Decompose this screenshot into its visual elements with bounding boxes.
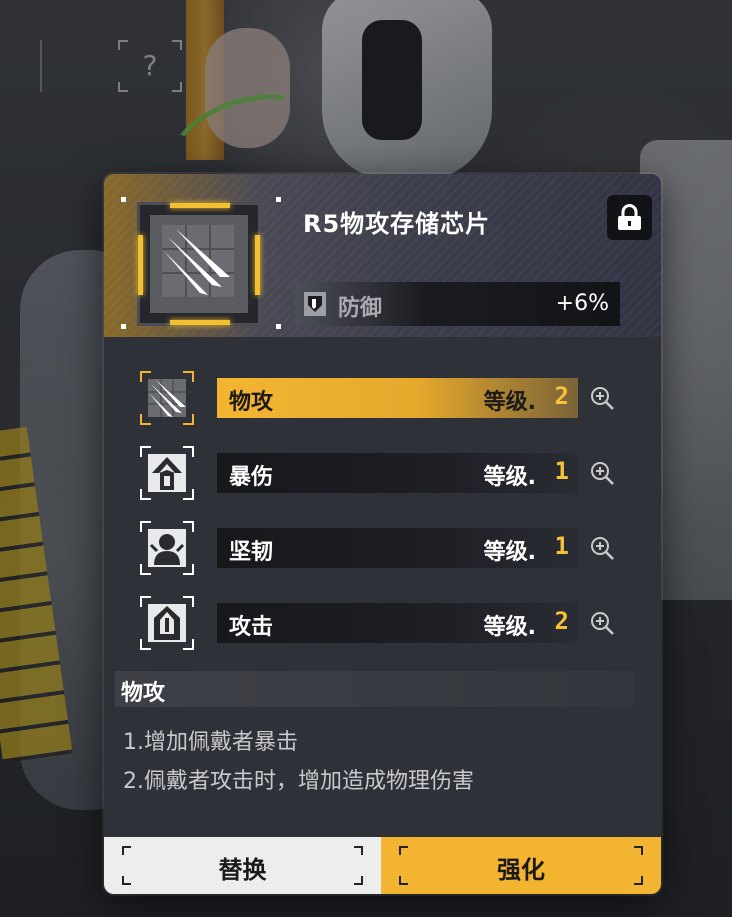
chip-icon — [137, 202, 261, 326]
sub-stat-level-label: 等级. — [483, 390, 536, 415]
chip-header: R5物攻存储芯片 防御 +6% — [104, 174, 661, 337]
main-stat-label: 防御 — [338, 296, 383, 321]
lock-button[interactable] — [607, 195, 652, 240]
upgrade-button-label: 强化 — [497, 856, 545, 884]
description-title: 物攻 — [121, 681, 166, 706]
sub-stat-row[interactable]: 物攻 等级. 2 — [104, 371, 661, 425]
sub-stat-level-label: 等级. — [483, 540, 536, 565]
swap-button[interactable]: 替换 — [104, 837, 381, 894]
sub-stat-name: 坚韧 — [229, 540, 274, 565]
sub-stat-level: 1 — [554, 457, 569, 485]
zoom-in-icon[interactable] — [589, 610, 615, 636]
sub-stat-level: 2 — [554, 382, 569, 410]
sub-stat-level: 2 — [554, 607, 569, 635]
chip-detail-panel: R5物攻存储芯片 防御 +6% 物攻 等级. 2 暴伤 等级. 1 坚韧 等级.… — [104, 174, 661, 894]
sub-stat-bar[interactable]: 物攻 等级. 2 — [217, 378, 578, 418]
description-line: 1.增加佩戴者暴击 — [123, 730, 298, 755]
sub-stat-bar[interactable]: 攻击 等级. 2 — [217, 603, 578, 643]
lock-icon — [618, 204, 641, 230]
sub-stat-name: 攻击 — [229, 615, 274, 640]
description-header: 物攻 — [115, 671, 635, 707]
sub-stat-level: 1 — [554, 532, 569, 560]
attack-icon — [140, 596, 194, 650]
sub-stat-row[interactable]: 坚韧 等级. 1 — [104, 521, 661, 575]
sub-stat-name: 暴伤 — [229, 465, 274, 490]
main-stat-value: +6% — [555, 291, 609, 316]
sub-stat-bar[interactable]: 坚韧 等级. 1 — [217, 528, 578, 568]
zoom-in-icon[interactable] — [589, 385, 615, 411]
sub-stat-row[interactable]: 攻击 等级. 2 — [104, 596, 661, 650]
claw-icon — [162, 225, 234, 297]
claw-icon — [140, 371, 194, 425]
description-line: 2.佩戴者攻击时，增加造成物理伤害 — [123, 769, 474, 794]
toughness-icon — [140, 521, 194, 575]
sub-stat-level-label: 等级. — [483, 615, 536, 640]
main-stat-row: 防御 +6% — [295, 282, 620, 326]
chip-title: R5物攻存储芯片 — [303, 210, 491, 238]
upgrade-button[interactable]: 强化 — [381, 837, 661, 894]
shield-icon — [304, 292, 326, 316]
zoom-in-icon[interactable] — [589, 460, 615, 486]
crit-damage-icon — [140, 446, 194, 500]
swap-button-label: 替换 — [218, 856, 267, 884]
sub-stat-bar[interactable]: 暴伤 等级. 1 — [217, 453, 578, 493]
sub-stat-level-label: 等级. — [483, 465, 536, 490]
zoom-in-icon[interactable] — [589, 535, 615, 561]
sub-stat-row[interactable]: 暴伤 等级. 1 — [104, 446, 661, 500]
sub-stat-name: 物攻 — [229, 390, 274, 415]
